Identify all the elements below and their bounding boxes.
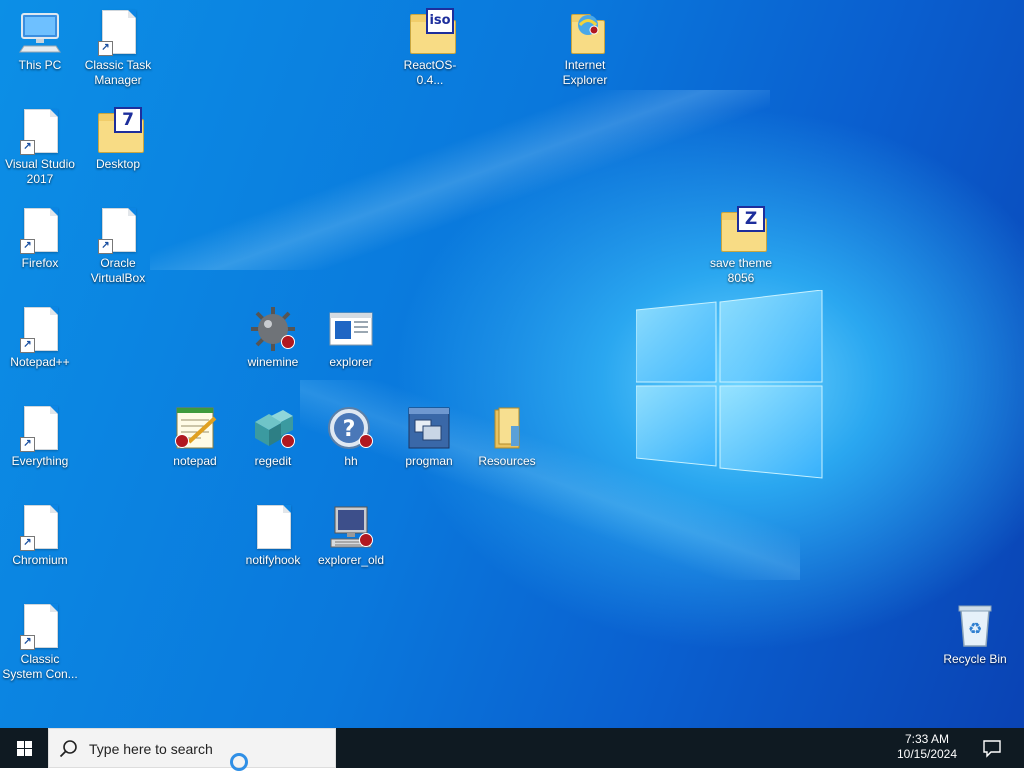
desktop-icon-explorer-old[interactable]: explorer_old	[311, 503, 391, 568]
search-icon	[59, 740, 77, 758]
icon-label: Everything	[11, 454, 69, 468]
desktop-icon-classic-task-manager[interactable]: ↗ Classic Task Manager	[78, 8, 158, 88]
help-icon: ?	[327, 404, 375, 452]
clock-time: 7:33 AM	[904, 732, 950, 746]
desktop-icon-save-theme-8056[interactable]: Z save theme 8056	[701, 206, 781, 286]
document-shortcut-icon: ↗	[16, 404, 64, 452]
notification-center-icon[interactable]	[982, 738, 1002, 758]
icon-label: Chromium	[12, 553, 68, 567]
desktop-icon-hh[interactable]: ? hh	[311, 404, 391, 469]
registry-icon	[249, 404, 297, 452]
clock-date: 10/15/2024	[896, 747, 958, 761]
icon-label: Desktop	[95, 157, 141, 171]
desktop-icon-regedit[interactable]: regedit	[233, 404, 313, 469]
document-shortcut-icon: ↗	[16, 503, 64, 551]
icon-label: winemine	[247, 355, 299, 369]
icon-label: This PC	[18, 58, 62, 72]
icon-label: Internet Explorer	[562, 58, 608, 87]
taskbar: Type here to search 7:33 AM 10/15/2024	[0, 728, 1024, 771]
desktop-icon-recycle-bin[interactable]: ♻ Recycle Bin	[935, 602, 1015, 667]
icon-label: save theme 8056	[709, 256, 773, 285]
icon-label: progman	[405, 454, 453, 468]
desktop-icon-notepad-plus-plus[interactable]: ↗ Notepad++	[0, 305, 80, 370]
document-shortcut-icon: ↗	[16, 305, 64, 353]
icon-label: explorer	[329, 355, 373, 369]
document-shortcut-icon: ↗	[16, 602, 64, 650]
desktop-icon-winemine[interactable]: winemine	[233, 305, 313, 370]
desktop-icon-everything[interactable]: ↗ Everything	[0, 404, 80, 469]
document-shortcut-icon: ↗	[94, 8, 142, 56]
desktop-icon-notepad[interactable]: notepad	[155, 404, 235, 469]
zip-folder-icon: Z	[717, 206, 767, 254]
search-placeholder: Type here to search	[89, 741, 213, 757]
windows-logo-wallpaper	[636, 290, 823, 479]
desktop-icon-this-pc[interactable]: This PC	[0, 8, 80, 73]
desktop-icon-internet-explorer[interactable]: Internet Explorer	[545, 8, 625, 88]
document-shortcut-icon: ↗	[16, 206, 64, 254]
explorer-window-icon	[327, 305, 375, 353]
desktop-icon-reactos-iso[interactable]: iso ReactOS-0.4...	[390, 8, 470, 88]
desktop-icon-firefox[interactable]: ↗ Firefox	[0, 206, 80, 271]
start-button[interactable]	[0, 728, 48, 768]
mine-icon	[249, 305, 297, 353]
desktop-icon-oracle-virtualbox[interactable]: ↗ Oracle VirtualBox	[78, 206, 158, 286]
desktop-icon-progman[interactable]: progman	[389, 404, 469, 469]
internet-explorer-folder-icon	[561, 8, 609, 56]
icon-label: Resources	[478, 454, 536, 468]
icon-label: Notepad++	[10, 355, 70, 369]
computer-icon	[16, 8, 64, 56]
recycle-bin-icon: ♻	[951, 602, 999, 650]
icon-label: Oracle VirtualBox	[90, 256, 146, 285]
7zip-folder-icon: 7	[94, 107, 144, 155]
document-shortcut-icon: ↗	[94, 206, 142, 254]
icon-label: explorer_old	[317, 553, 385, 567]
svg-text:?: ?	[343, 417, 356, 442]
light-beam	[150, 90, 770, 270]
icon-label: Firefox	[21, 256, 59, 270]
document-shortcut-icon: ↗	[16, 107, 64, 155]
desktop-icon-chromium[interactable]: ↗ Chromium	[0, 503, 80, 568]
document-icon	[249, 503, 297, 551]
monitor-icon	[327, 503, 375, 551]
svg-text:♻: ♻	[968, 619, 982, 638]
icon-label: ReactOS-0.4...	[403, 58, 457, 87]
icon-label: notifyhook	[245, 553, 301, 567]
icon-label: regedit	[254, 454, 292, 468]
search-box[interactable]: Type here to search	[48, 728, 336, 768]
desktop[interactable]: This PC ↗ Classic Task Manager iso ReactO…	[0, 0, 1024, 728]
icon-label: notepad	[173, 454, 217, 468]
icon-label: Recycle Bin	[943, 652, 1007, 666]
notepad-icon	[171, 404, 219, 452]
desktop-icon-desktop-7z[interactable]: 7 Desktop	[78, 107, 158, 172]
desktop-icon-resources[interactable]: Resources	[467, 404, 547, 469]
folder-icon	[483, 404, 531, 452]
icon-label: hh	[344, 454, 358, 468]
icon-label: Classic System Con...	[2, 652, 78, 681]
cortana-icon[interactable]	[230, 753, 248, 771]
desktop-icon-notifyhook[interactable]: notifyhook	[233, 503, 313, 568]
desktop-icon-classic-system-config[interactable]: ↗ Classic System Con...	[0, 602, 80, 682]
desktop-icon-visual-studio-2017[interactable]: ↗ Visual Studio 2017	[0, 107, 80, 187]
icon-label: Visual Studio 2017	[5, 157, 75, 186]
program-manager-icon	[405, 404, 453, 452]
icon-label: Classic Task Manager	[84, 58, 152, 87]
system-clock[interactable]: 7:33 AM 10/15/2024	[892, 732, 962, 762]
iso-folder-icon: iso	[406, 8, 456, 56]
desktop-icon-explorer[interactable]: explorer	[311, 305, 391, 370]
